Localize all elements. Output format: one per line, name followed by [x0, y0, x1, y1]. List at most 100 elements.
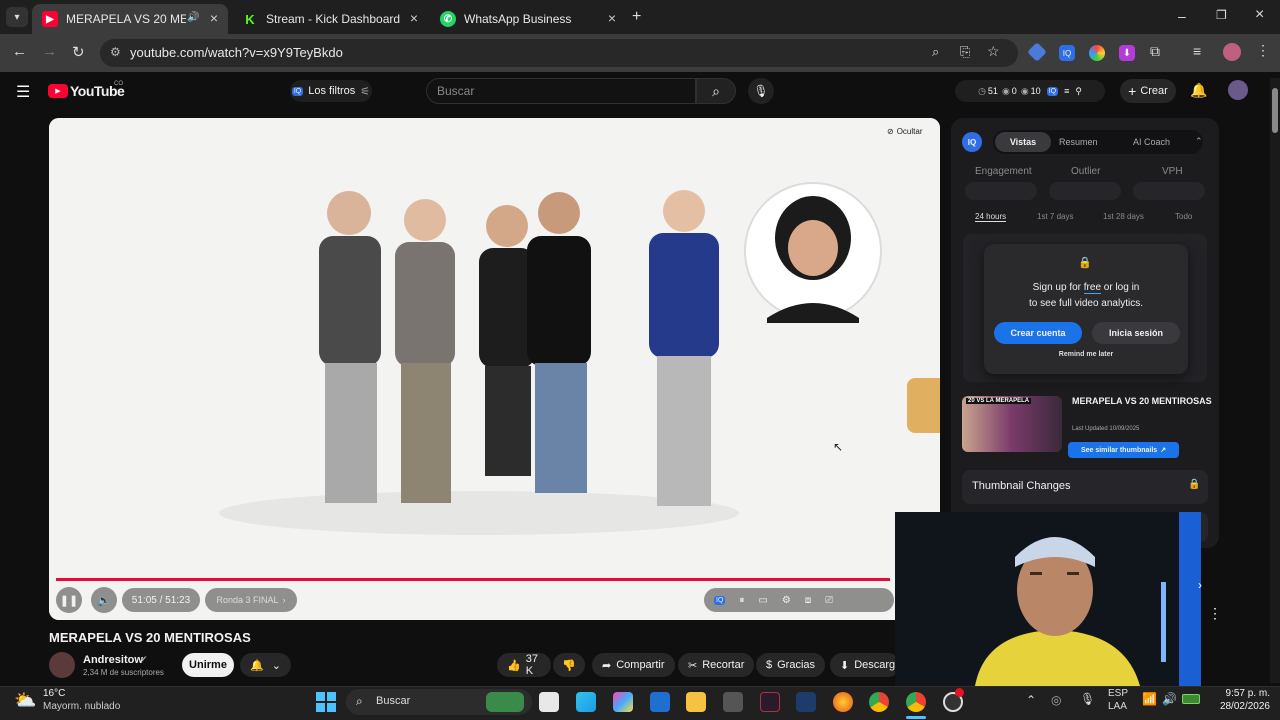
youtube-logo-icon[interactable]: ▶: [48, 84, 68, 98]
color-extension-icon[interactable]: [1089, 45, 1105, 61]
tray-app-icon[interactable]: ◎: [1051, 693, 1061, 707]
scrollbar-thumb[interactable]: [1272, 88, 1278, 133]
file-explorer-icon[interactable]: [686, 692, 706, 712]
close-tab-icon[interactable]: ×: [210, 10, 218, 26]
create-account-button[interactable]: Crear cuenta: [994, 322, 1082, 344]
tab-summary[interactable]: Resumen: [1059, 137, 1098, 147]
autoplay-toggle-icon[interactable]: ⏸: [739, 595, 744, 606]
clock-date[interactable]: 28/02/2026: [1214, 701, 1270, 712]
download-extension-icon[interactable]: ⬇: [1119, 45, 1135, 61]
taskbar-search-box[interactable]: ⌕ Buscar: [346, 689, 532, 715]
channel-name[interactable]: Andresitow: [83, 654, 143, 666]
language-code[interactable]: ESP: [1108, 688, 1128, 699]
volume-button[interactable]: 🔈: [91, 587, 117, 613]
filters-button[interactable]: IQ Los filtros ⚟: [290, 80, 372, 102]
clock-time[interactable]: 9:57 p. m.: [1214, 688, 1270, 699]
subscribe-bell-button[interactable]: 🔔 ⌄: [240, 653, 291, 677]
microphone-icon[interactable]: 🎙: [1080, 692, 1095, 706]
media-control-icon[interactable]: ≡: [1193, 43, 1201, 59]
range-all[interactable]: Todo: [1175, 212, 1192, 221]
notifications-bell-icon[interactable]: 🔔: [1190, 82, 1207, 99]
forward-icon[interactable]: →: [42, 43, 57, 60]
login-button[interactable]: Inicia sesión: [1092, 322, 1180, 344]
firefox-icon[interactable]: [833, 692, 853, 712]
chevron-right-icon[interactable]: ›: [1198, 578, 1202, 592]
range-28d[interactable]: 1st 28 days: [1103, 212, 1144, 221]
settings-gear-icon[interactable]: ⚙: [782, 595, 791, 606]
video-player[interactable]: ⊘ Ocultar: [49, 118, 940, 620]
thanks-button[interactable]: $ Gracias: [756, 653, 826, 677]
tab-views[interactable]: Vistas: [995, 132, 1051, 152]
task-view-icon[interactable]: [539, 692, 559, 712]
vidiq-icon[interactable]: IQ: [714, 595, 726, 605]
vidiq-extension-icon[interactable]: IQ: [1059, 45, 1075, 61]
chrome-active-icon[interactable]: [906, 692, 926, 712]
video-thumbnail[interactable]: 20 VS LA MERAPELA: [962, 396, 1062, 452]
tab-ai-coach[interactable]: AI Coach: [1133, 137, 1170, 147]
close-window-icon[interactable]: ×: [1255, 6, 1264, 24]
app-icon[interactable]: [723, 692, 743, 712]
maximize-icon[interactable]: ❐: [1216, 8, 1227, 22]
clip-button[interactable]: ✂ Recortar: [678, 653, 755, 677]
zoom-icon[interactable]: ⌕: [932, 44, 939, 60]
speaker-icon[interactable]: 🔊: [187, 12, 199, 23]
copilot-icon[interactable]: [613, 692, 633, 712]
tray-overflow-icon[interactable]: ⌃: [1026, 693, 1036, 707]
weather-desc[interactable]: Mayorm. nublado: [43, 701, 120, 712]
weather-temp[interactable]: 16°C: [43, 688, 65, 699]
volume-icon[interactable]: 🔊: [1162, 692, 1177, 706]
page-scrollbar[interactable]: [1270, 78, 1280, 683]
search-input[interactable]: Buscar: [426, 78, 696, 104]
miniplayer-icon[interactable]: ⧈: [805, 595, 811, 606]
tab-youtube[interactable]: ▶ MERAPELA VS 20 MENTIROSAS 🔊 ×: [32, 4, 228, 34]
tab-whatsapp[interactable]: ✆ WhatsApp Business ×: [430, 4, 626, 34]
reload-icon[interactable]: ↻: [72, 43, 85, 61]
range-24h[interactable]: 24 hours: [975, 212, 1007, 222]
remind-later-link[interactable]: Remind me later: [984, 351, 1188, 358]
browser-menu-icon[interactable]: ⋮: [1256, 42, 1270, 59]
captions-icon[interactable]: ▭: [758, 595, 767, 606]
like-button[interactable]: 👍 37 K: [497, 653, 551, 677]
store-icon[interactable]: [650, 692, 670, 712]
extension-tag-icon[interactable]: [1027, 42, 1047, 62]
tab-kick[interactable]: K Stream - Kick Dashboard ×: [232, 4, 428, 34]
close-tab-icon[interactable]: ×: [410, 10, 418, 26]
minimize-icon[interactable]: –: [1178, 8, 1186, 24]
install-icon[interactable]: ⎘: [960, 44, 970, 60]
bookmark-star-icon[interactable]: ☆: [987, 43, 1000, 60]
search-button[interactable]: ⌕: [696, 78, 736, 104]
share-button[interactable]: ➦ Compartir: [592, 653, 675, 677]
hamburger-menu-icon[interactable]: ☰: [16, 82, 30, 102]
range-7d[interactable]: 1st 7 days: [1037, 212, 1073, 221]
account-avatar[interactable]: [1228, 80, 1248, 100]
thumbnail-changes-row[interactable]: Thumbnail Changes 🔒: [962, 470, 1208, 504]
site-info-icon[interactable]: ⚙: [110, 45, 121, 59]
new-tab-icon[interactable]: +: [632, 8, 641, 26]
pause-button[interactable]: ❚❚: [56, 587, 82, 613]
chapter-button[interactable]: Ronda 3 FINAL ›: [205, 588, 297, 612]
join-button[interactable]: Unirme: [182, 653, 234, 677]
snipping-icon[interactable]: [796, 692, 816, 712]
create-button[interactable]: + Crear: [1120, 79, 1176, 103]
profile-avatar[interactable]: [1223, 43, 1241, 61]
more-options-icon[interactable]: ⋮: [1208, 605, 1222, 622]
chrome-icon[interactable]: [869, 692, 889, 712]
collapse-icon[interactable]: ⌃: [1195, 136, 1203, 147]
vidiq-stats-bar[interactable]: ◷ 51 ◉ 0 ◉ 10 IQ ≡ ⚲: [955, 80, 1105, 102]
capcut-icon[interactable]: [760, 692, 780, 712]
tab-search-button[interactable]: ▾: [6, 7, 28, 27]
cast-icon[interactable]: ⎚: [825, 595, 833, 606]
channel-avatar[interactable]: [49, 652, 75, 678]
similar-thumbnails-button[interactable]: See similar thumbnails ↗: [1068, 442, 1179, 458]
battery-icon[interactable]: [1182, 694, 1200, 704]
weather-cloud-icon[interactable]: ⛅: [14, 690, 36, 711]
wifi-icon[interactable]: 📶: [1142, 692, 1157, 706]
extensions-puzzle-icon[interactable]: ⧉: [1150, 43, 1160, 60]
voice-search-icon[interactable]: 🎙: [748, 78, 774, 104]
download-button[interactable]: ⬇ Descarga: [830, 653, 900, 677]
dislike-button[interactable]: 👎: [553, 653, 585, 677]
address-bar[interactable]: ⚙ youtube.com/watch?v=x9Y9TeyBkdo ⌕ ⎘ ☆: [100, 39, 1018, 67]
hide-overlay-button[interactable]: ⊘ Ocultar: [887, 127, 923, 136]
back-icon[interactable]: ←: [12, 43, 27, 60]
keyboard-layout[interactable]: LAA: [1108, 701, 1127, 712]
